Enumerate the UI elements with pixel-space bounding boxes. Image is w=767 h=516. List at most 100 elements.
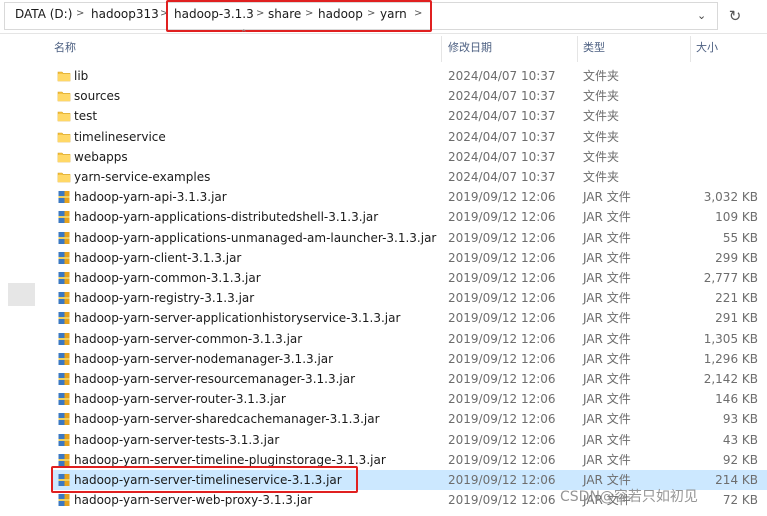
file-size: 1,296 KB (703, 351, 758, 366)
file-type: JAR 文件 (583, 392, 631, 407)
nav-pane-scrollbar[interactable] (8, 283, 35, 306)
column-header-date[interactable]: 修改日期 (448, 37, 492, 59)
column-header-type[interactable]: 类型 (583, 37, 605, 59)
column-header-size[interactable]: 大小 (696, 37, 718, 59)
file-row[interactable]: hadoop-yarn-server-common-3.1.3.jar 2019/… (52, 329, 767, 349)
file-type: JAR 文件 (583, 372, 631, 386)
file-size: 146 KB (715, 392, 758, 407)
file-type: 文件夹 (583, 170, 620, 184)
file-size: 299 KB (715, 250, 758, 265)
jar-file-icon (57, 433, 71, 447)
folder-row[interactable]: timelineservice 2024/04/07 10:37 文件夹 (52, 127, 767, 147)
file-type: JAR 文件 (583, 331, 631, 346)
file-row[interactable]: hadoop-yarn-api-3.1.3.jar 2019/09/12 12:0… (52, 187, 767, 207)
file-size: 291 KB (715, 311, 758, 326)
folder-row[interactable]: test 2024/04/07 10:37 文件夹 (52, 106, 767, 126)
jar-file-icon (57, 251, 71, 265)
jar-file-icon (57, 352, 71, 366)
jar-file-icon (57, 453, 71, 467)
file-row[interactable]: hadoop-yarn-server-tests-3.1.3.jar 2019/0… (52, 430, 767, 450)
file-size: 214 KB (715, 473, 758, 487)
file-name: hadoop-yarn-api-3.1.3.jar (74, 190, 227, 205)
jar-file-icon (57, 291, 71, 305)
file-size: 109 KB (715, 210, 758, 225)
file-row[interactable]: hadoop-yarn-server-applicationhistoryser… (52, 308, 767, 328)
file-type: JAR 文件 (583, 291, 631, 306)
file-type: 文件夹 (583, 109, 620, 124)
file-name: hadoop-yarn-server-nodemanager-3.1.3.jar (74, 351, 334, 366)
file-row[interactable]: hadoop-yarn-registry-3.1.3.jar 2019/09/12… (52, 288, 767, 308)
file-name: hadoop-yarn-server-applicationhistoryser… (74, 311, 401, 326)
file-date: 2024/04/07 10:37 (448, 109, 556, 124)
file-name: timelineservice (74, 129, 166, 144)
file-name: hadoop-yarn-server-router-3.1.3.jar (74, 392, 286, 407)
file-date: 2019/09/12 12:06 (448, 230, 556, 245)
column-divider[interactable] (441, 36, 442, 62)
folder-row[interactable]: webapps 2024/04/07 10:37 文件夹 (52, 147, 767, 167)
file-name: hadoop-yarn-registry-3.1.3.jar (74, 291, 255, 306)
file-size: 2,777 KB (703, 271, 758, 285)
folder-icon (57, 170, 71, 184)
file-type: 文件夹 (583, 129, 620, 144)
folder-icon (57, 89, 71, 103)
folder-row[interactable]: lib 2024/04/07 10:37 文件夹 (52, 66, 767, 86)
column-divider[interactable] (690, 36, 691, 62)
breadcrumb-separator-icon[interactable]: > (76, 8, 84, 19)
file-name: sources (74, 89, 121, 104)
column-header-name[interactable]: 名称 (54, 37, 76, 59)
file-type: JAR 文件 (583, 230, 631, 245)
file-date: 2019/09/12 12:06 (448, 190, 556, 205)
breadcrumb-drive[interactable]: DATA (D:) (15, 7, 72, 21)
file-date: 2019/09/12 12:06 (448, 372, 556, 386)
file-size: 1,305 KB (703, 331, 758, 346)
file-size: 3,032 KB (703, 190, 758, 205)
file-row[interactable]: hadoop-yarn-server-sharedcachemanager-3.… (52, 409, 767, 429)
jar-file-icon (57, 332, 71, 346)
folder-icon (57, 69, 71, 83)
file-type: JAR 文件 (583, 250, 631, 265)
file-name: hadoop-yarn-client-3.1.3.jar (74, 250, 242, 265)
file-name: hadoop-yarn-server-tests-3.1.3.jar (74, 432, 280, 447)
column-divider[interactable] (577, 36, 578, 62)
chevron-down-icon[interactable]: ⌄ (697, 9, 706, 22)
jar-file-icon (57, 210, 71, 224)
file-name: hadoop-yarn-applications-distributedshel… (74, 210, 379, 225)
file-date: 2019/09/12 12:06 (448, 412, 556, 427)
folder-row[interactable]: sources 2024/04/07 10:37 文件夹 (52, 86, 767, 106)
jar-file-icon (57, 392, 71, 406)
file-row[interactable]: hadoop-yarn-common-3.1.3.jar 2019/09/12 1… (52, 268, 767, 288)
file-row[interactable]: hadoop-yarn-client-3.1.3.jar 2019/09/12 1… (52, 248, 767, 268)
jar-file-icon (57, 231, 71, 245)
jar-file-icon (57, 372, 71, 386)
file-type: JAR 文件 (583, 351, 631, 366)
file-row[interactable]: hadoop-yarn-applications-distributedshel… (52, 207, 767, 227)
breadcrumb-hadoop313[interactable]: hadoop313 (91, 7, 159, 21)
refresh-icon[interactable]: ↻ (722, 3, 748, 29)
file-name: webapps (74, 149, 128, 164)
file-type: JAR 文件 (583, 311, 631, 326)
file-type: JAR 文件 (583, 473, 631, 487)
selection-highlight-annotation (51, 466, 358, 493)
file-date: 2019/09/12 12:06 (448, 493, 556, 508)
folder-icon (57, 150, 71, 164)
jar-file-icon (57, 271, 71, 285)
file-type: JAR 文件 (583, 412, 631, 427)
file-date: 2024/04/07 10:37 (448, 170, 556, 184)
file-type: JAR 文件 (583, 271, 631, 285)
file-date: 2019/09/12 12:06 (448, 392, 556, 407)
file-date: 2019/09/12 12:06 (448, 291, 556, 306)
folder-row[interactable]: yarn-service-examples 2024/04/07 10:37 文件夹 (52, 167, 767, 187)
file-size: 2,142 KB (703, 372, 758, 386)
file-name: hadoop-yarn-server-common-3.1.3.jar (74, 331, 303, 346)
file-row[interactable]: hadoop-yarn-server-nodemanager-3.1.3.jar… (52, 349, 767, 369)
file-row[interactable]: hadoop-yarn-server-router-3.1.3.jar 2019/… (52, 389, 767, 409)
file-date: 2019/09/12 12:06 (448, 250, 556, 265)
file-date: 2019/09/12 12:06 (448, 331, 556, 346)
file-row[interactable]: hadoop-yarn-applications-unmanaged-am-la… (52, 228, 767, 248)
file-name: hadoop-yarn-server-timeline-pluginstorag… (74, 452, 386, 467)
folder-icon (57, 109, 71, 123)
file-row[interactable]: hadoop-yarn-server-resourcemanager-3.1.3… (52, 369, 767, 389)
file-type: JAR 文件 (583, 190, 631, 205)
file-name: test (74, 109, 98, 124)
file-type: 文件夹 (583, 69, 620, 83)
